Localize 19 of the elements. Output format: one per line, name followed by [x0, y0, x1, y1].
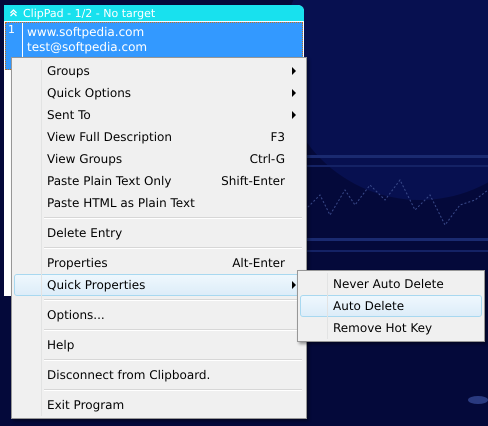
menu-item[interactable]: Exit Program [14, 394, 304, 416]
menu-item[interactable]: Auto Delete [300, 295, 482, 317]
menu-item[interactable]: Properties Alt-Enter [14, 252, 304, 274]
menu-item[interactable]: View Full Description F3 [14, 126, 304, 148]
menu-item[interactable]: Paste HTML as Plain Text [14, 192, 304, 214]
entry-text: www.softpedia.com [27, 25, 146, 40]
menu-item[interactable]: Sent To [14, 104, 304, 126]
menu-item[interactable]: View Groups Ctrl-G [14, 148, 304, 170]
entry-text: test@softpedia.com [27, 40, 148, 55]
window-title: ClipPad - 1/2 - No target [23, 6, 156, 20]
shortcut-text: Alt-Enter [232, 256, 285, 270]
shortcut-text: Ctrl-G [250, 152, 285, 166]
shortcut-text: F3 [270, 130, 285, 144]
menu-item[interactable]: Delete Entry [14, 222, 304, 244]
menu-item[interactable]: Disconnect from Clipboard. [14, 364, 304, 386]
collapse-icon[interactable] [10, 9, 17, 17]
menu-item[interactable]: Paste Plain Text Only Shift-Enter [14, 170, 304, 192]
shortcut-text: Shift-Enter [221, 174, 285, 188]
menu-item[interactable]: Quick Options [14, 82, 304, 104]
